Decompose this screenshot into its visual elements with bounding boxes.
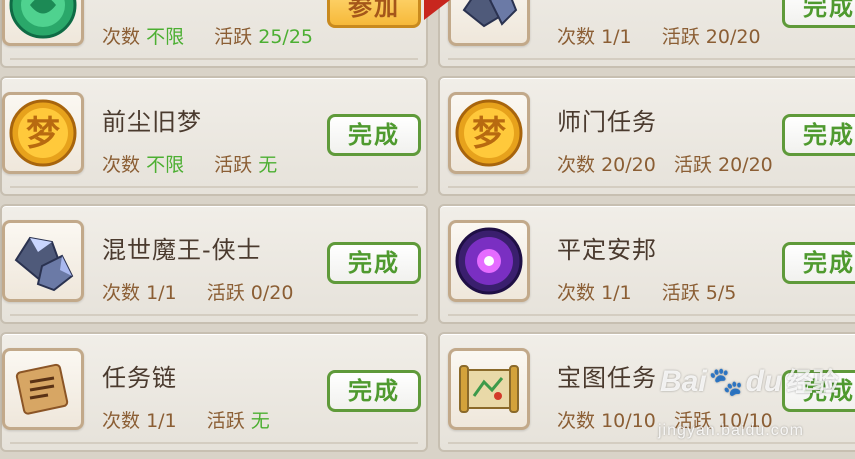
activity-icon-frame — [448, 220, 530, 302]
activity-value: 20/20 — [717, 154, 773, 176]
activity-name: 师门任务 — [557, 108, 657, 136]
activity-card-2: 梦 前尘旧梦 次数 不限 活跃 无 完成 — [0, 76, 428, 196]
activity-name: 平定安邦 — [557, 236, 657, 264]
times-label: 次数 — [557, 26, 596, 48]
activity-label: 活跃 — [661, 26, 700, 48]
svg-text:梦: 梦 — [26, 114, 60, 154]
activity-value: 无 — [250, 410, 270, 432]
times-value: 1/1 — [146, 282, 177, 304]
complete-button[interactable]: 完成 — [327, 114, 421, 156]
times-label: 次数 — [102, 154, 141, 176]
activity-label: 活跃 — [673, 154, 712, 176]
times-value: 不限 — [146, 154, 185, 176]
activity-icon-frame — [448, 348, 530, 430]
activity-stats: 次数 20/20 活跃 20/20 — [557, 150, 773, 177]
activity-card-1: 次数 1/1 活跃 20/20 完成 — [438, 0, 855, 68]
activity-stats: 次数 不限 活跃 25/25 — [102, 22, 313, 49]
activity-stats: 次数 1/1 活跃 20/20 — [557, 22, 761, 49]
times-value: 1/1 — [146, 410, 177, 432]
activity-value: 无 — [258, 154, 278, 176]
activity-icon-frame: 梦 — [2, 92, 84, 174]
activity-stats: 次数 1/1 活跃 5/5 — [557, 278, 736, 305]
activity-value: 20/20 — [705, 26, 761, 48]
watermark-cn: 经验 — [786, 367, 839, 397]
times-value: 不限 — [146, 26, 185, 48]
svg-text:梦: 梦 — [472, 114, 506, 154]
activity-label: 活跃 — [214, 154, 253, 176]
activity-name: 任务链 — [102, 364, 177, 392]
activity-icon-frame — [2, 220, 84, 302]
times-value: 20/20 — [601, 154, 656, 176]
activity-icon-frame: 梦 — [448, 92, 530, 174]
activity-name: 前尘旧梦 — [102, 108, 202, 136]
paw-icon: 🐾 — [708, 366, 744, 397]
complete-button[interactable]: 完成 — [782, 242, 855, 284]
activity-label: 活跃 — [214, 26, 253, 48]
watermark-brand-end: du — [745, 365, 783, 398]
activity-name: 宝图任务 — [557, 364, 657, 392]
activity-label: 活跃 — [206, 282, 245, 304]
activity-stats: 次数 1/1 活跃 0/20 — [102, 278, 293, 305]
watermark-brand: Bai — [660, 365, 707, 398]
complete-button[interactable]: 完成 — [782, 114, 855, 156]
times-label: 次数 — [557, 154, 596, 176]
times-value: 1/1 — [601, 26, 632, 48]
times-value: 1/1 — [601, 282, 632, 304]
activity-label: 活跃 — [206, 410, 245, 432]
activity-icon-frame — [448, 0, 530, 46]
activity-stats: 次数 1/1 活跃 无 — [102, 406, 270, 433]
activity-card-3: 梦 师门任务 次数 20/20 活跃 20/20 完成 — [438, 76, 855, 196]
activity-name: 混世魔王-侠士 — [102, 236, 262, 264]
times-label: 次数 — [102, 26, 141, 48]
activity-card-5: 平定安邦 次数 1/1 活跃 5/5 完成 — [438, 204, 855, 324]
complete-button[interactable]: 完成 — [782, 0, 855, 28]
times-label: 次数 — [557, 282, 596, 304]
activity-stats: 次数 不限 活跃 无 — [102, 150, 277, 177]
times-value: 10/10 — [601, 410, 656, 432]
activity-label: 活跃 — [661, 282, 700, 304]
complete-button[interactable]: 完成 — [327, 242, 421, 284]
times-label: 次数 — [102, 410, 141, 432]
activity-card-6: 任务链 次数 1/1 活跃 无 完成 — [0, 332, 428, 452]
activity-icon-frame — [2, 0, 84, 46]
activity-value: 25/25 — [258, 26, 313, 48]
times-label: 次数 — [102, 282, 141, 304]
activity-card-0: 次数 不限 活跃 25/25 参加 — [0, 0, 428, 68]
activity-value: 5/5 — [705, 282, 737, 304]
baidu-watermark: Bai🐾du 经验 — [660, 362, 839, 399]
activity-icon-frame — [2, 348, 84, 430]
join-button[interactable]: 参加 — [327, 0, 421, 28]
activity-panel: 次数 不限 活跃 25/25 参加 次数 1/1 活跃 20/20 完成 梦 前… — [0, 0, 855, 459]
activity-card-4: 混世魔王-侠士 次数 1/1 活跃 0/20 完成 — [0, 204, 428, 324]
watermark-url: jingyan.baidu.com — [658, 422, 804, 439]
times-label: 次数 — [557, 410, 596, 432]
activity-value: 0/20 — [250, 282, 294, 304]
complete-button[interactable]: 完成 — [327, 370, 421, 412]
